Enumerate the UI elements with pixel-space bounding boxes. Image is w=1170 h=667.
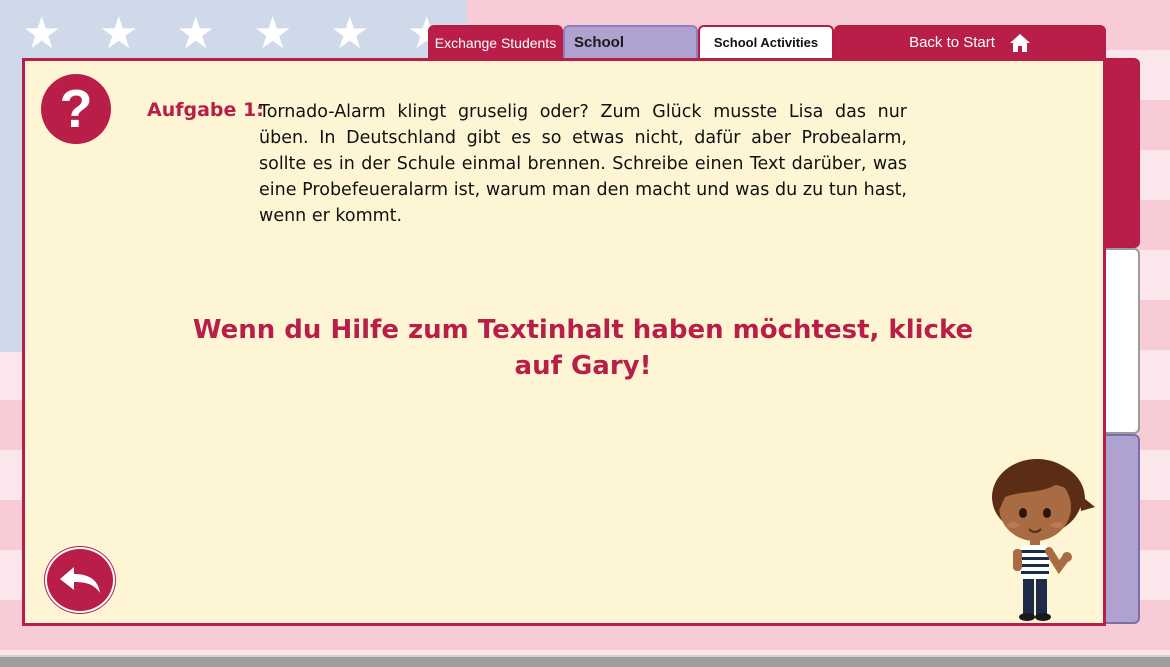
side-tab-purple[interactable] [1103, 434, 1140, 624]
hint-line-1: Wenn du Hilfe zum Textinhalt haben möcht… [192, 315, 974, 345]
question-mark-icon: ? [41, 74, 111, 144]
side-tab-red[interactable] [1103, 58, 1140, 248]
tab-label: Back to Start [909, 34, 995, 51]
back-button[interactable] [45, 547, 115, 613]
back-to-start-button[interactable]: Back to Start [834, 25, 1106, 58]
tab-school[interactable]: School [563, 25, 698, 58]
tab-school-activities[interactable]: School Activities [698, 25, 834, 58]
side-tab-white[interactable] [1103, 248, 1140, 434]
gary-character[interactable] [985, 455, 1100, 623]
star-icon: ★ [330, 8, 370, 59]
star-icon: ★ [99, 8, 139, 59]
tab-label: School [574, 34, 625, 51]
window-bottom-bar [0, 655, 1170, 667]
star-icon: ★ [176, 8, 216, 59]
tab-label: Exchange Students [434, 34, 557, 51]
home-icon [1009, 33, 1030, 52]
tab-label: School Activities [713, 35, 819, 50]
back-arrow-icon [60, 567, 100, 593]
task-label: Aufgabe 1: [147, 99, 264, 121]
task-text: Tornado-Alarm klingt gruselig oder? Zum … [259, 102, 907, 226]
hint-text: Wenn du Hilfe zum Textinhalt haben möcht… [190, 312, 976, 384]
star-icon: ★ [22, 8, 62, 59]
hint-line-2: auf Gary! [514, 351, 652, 381]
tab-exchange-students[interactable]: Exchange Students [428, 25, 563, 58]
star-icon: ★ [253, 8, 293, 59]
